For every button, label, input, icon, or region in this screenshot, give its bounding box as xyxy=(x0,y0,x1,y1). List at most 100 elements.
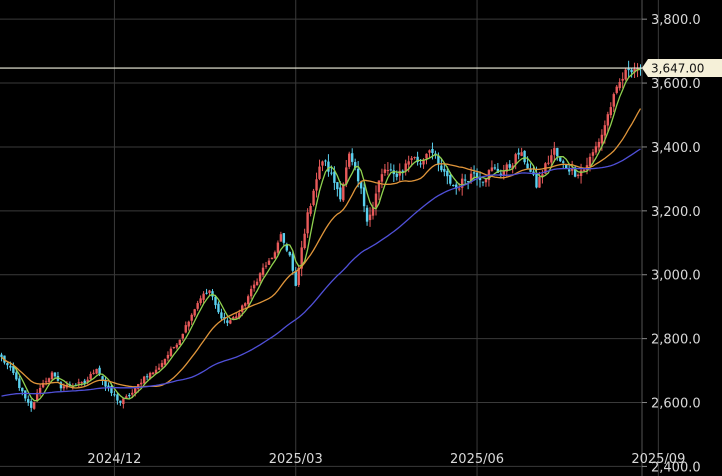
candle-body xyxy=(362,187,366,207)
candle-body xyxy=(621,78,624,81)
candle-body xyxy=(398,170,401,176)
candle-body xyxy=(431,148,434,153)
candle-body xyxy=(508,164,511,168)
candle-body xyxy=(330,172,333,174)
candle-body xyxy=(321,161,324,166)
candle-body xyxy=(160,363,164,368)
candle-body xyxy=(151,372,155,375)
candle-body xyxy=(21,387,24,392)
x-tick-label: 2025/09 xyxy=(631,452,685,467)
candle-body xyxy=(582,169,586,172)
candle-body xyxy=(452,185,455,187)
candle-body xyxy=(50,372,54,380)
candle-body xyxy=(44,381,48,383)
candle-body xyxy=(559,157,562,162)
candle-body xyxy=(116,394,119,401)
candle-body xyxy=(202,293,205,300)
candle-body xyxy=(24,390,27,399)
candle-body xyxy=(187,321,190,327)
candle-body xyxy=(538,176,541,188)
candle-body xyxy=(175,344,179,348)
candle-body xyxy=(226,320,229,323)
candle-body xyxy=(419,163,422,165)
candle-body xyxy=(235,316,238,319)
candle-body xyxy=(526,163,529,169)
candle-body xyxy=(214,296,217,306)
candle-body xyxy=(458,188,461,190)
candle-body xyxy=(374,193,378,208)
candle-body xyxy=(288,251,291,256)
candle-body xyxy=(407,161,410,165)
candle-body xyxy=(270,257,274,260)
candle-body xyxy=(184,325,187,333)
y-tick-label: 3,000.0 xyxy=(651,269,701,284)
candle-body xyxy=(255,281,259,286)
y-tick-label: 3,200.0 xyxy=(651,205,701,220)
y-tick-label: 3,600.0 xyxy=(651,77,701,92)
candle-body xyxy=(294,271,297,286)
candle-body xyxy=(142,376,146,384)
candle-body xyxy=(169,348,173,356)
candle-body xyxy=(30,401,33,408)
candle-body xyxy=(95,368,98,374)
candle-body xyxy=(163,359,167,365)
candle-body xyxy=(53,372,57,377)
candle-body xyxy=(556,148,559,157)
candle-body xyxy=(267,260,271,265)
candle-body xyxy=(113,394,116,396)
candle-body xyxy=(32,402,36,409)
candle-body xyxy=(276,242,280,253)
candle-body xyxy=(446,170,449,177)
candle-body xyxy=(15,372,18,380)
candle-body xyxy=(62,386,66,389)
y-tick-label: 2,800.0 xyxy=(651,333,701,348)
candle-body xyxy=(348,153,351,167)
candle-body xyxy=(273,252,277,259)
candle-body xyxy=(131,392,134,395)
x-tick-label: 2025/03 xyxy=(269,452,323,467)
candle-body xyxy=(594,146,598,153)
candle-body xyxy=(291,253,294,271)
candle-body xyxy=(567,169,571,172)
y-tick-label: 3,800.0 xyxy=(651,13,701,28)
candle-body xyxy=(615,86,618,93)
candle-body xyxy=(576,174,580,176)
candle-body xyxy=(562,161,565,163)
candle-body xyxy=(128,394,131,397)
candle-body xyxy=(413,157,416,159)
candle-body xyxy=(606,114,610,126)
candle-body xyxy=(383,169,387,173)
candle-body xyxy=(9,365,12,368)
candle-body xyxy=(428,150,431,153)
candle-body xyxy=(217,303,220,313)
candle-body xyxy=(199,298,202,304)
candle-body xyxy=(389,169,393,171)
candle-body xyxy=(0,354,3,358)
candle-body xyxy=(145,376,149,378)
candle-body xyxy=(395,173,398,177)
candle-body xyxy=(315,179,318,191)
chart-background xyxy=(0,0,722,476)
candle-body xyxy=(490,167,494,171)
candle-body xyxy=(27,399,30,403)
candle-body xyxy=(196,303,199,309)
candle-body xyxy=(252,284,256,289)
candle-body xyxy=(181,333,184,339)
candle-body xyxy=(493,167,497,169)
candle-body xyxy=(449,174,452,184)
candle-body xyxy=(190,314,193,321)
candle-body xyxy=(208,290,211,294)
candle-body xyxy=(122,398,125,405)
candle-body xyxy=(249,288,253,297)
candle-body xyxy=(205,292,208,294)
candle-body xyxy=(612,94,615,107)
candle-body xyxy=(306,212,309,234)
candle-body xyxy=(520,152,523,156)
candle-body xyxy=(609,107,612,116)
candle-body xyxy=(410,158,413,160)
x-tick-label: 2025/06 xyxy=(450,452,504,467)
candle-body xyxy=(264,265,268,267)
candle-body xyxy=(47,378,51,383)
candle-body xyxy=(89,373,92,380)
candle-body xyxy=(523,150,526,163)
